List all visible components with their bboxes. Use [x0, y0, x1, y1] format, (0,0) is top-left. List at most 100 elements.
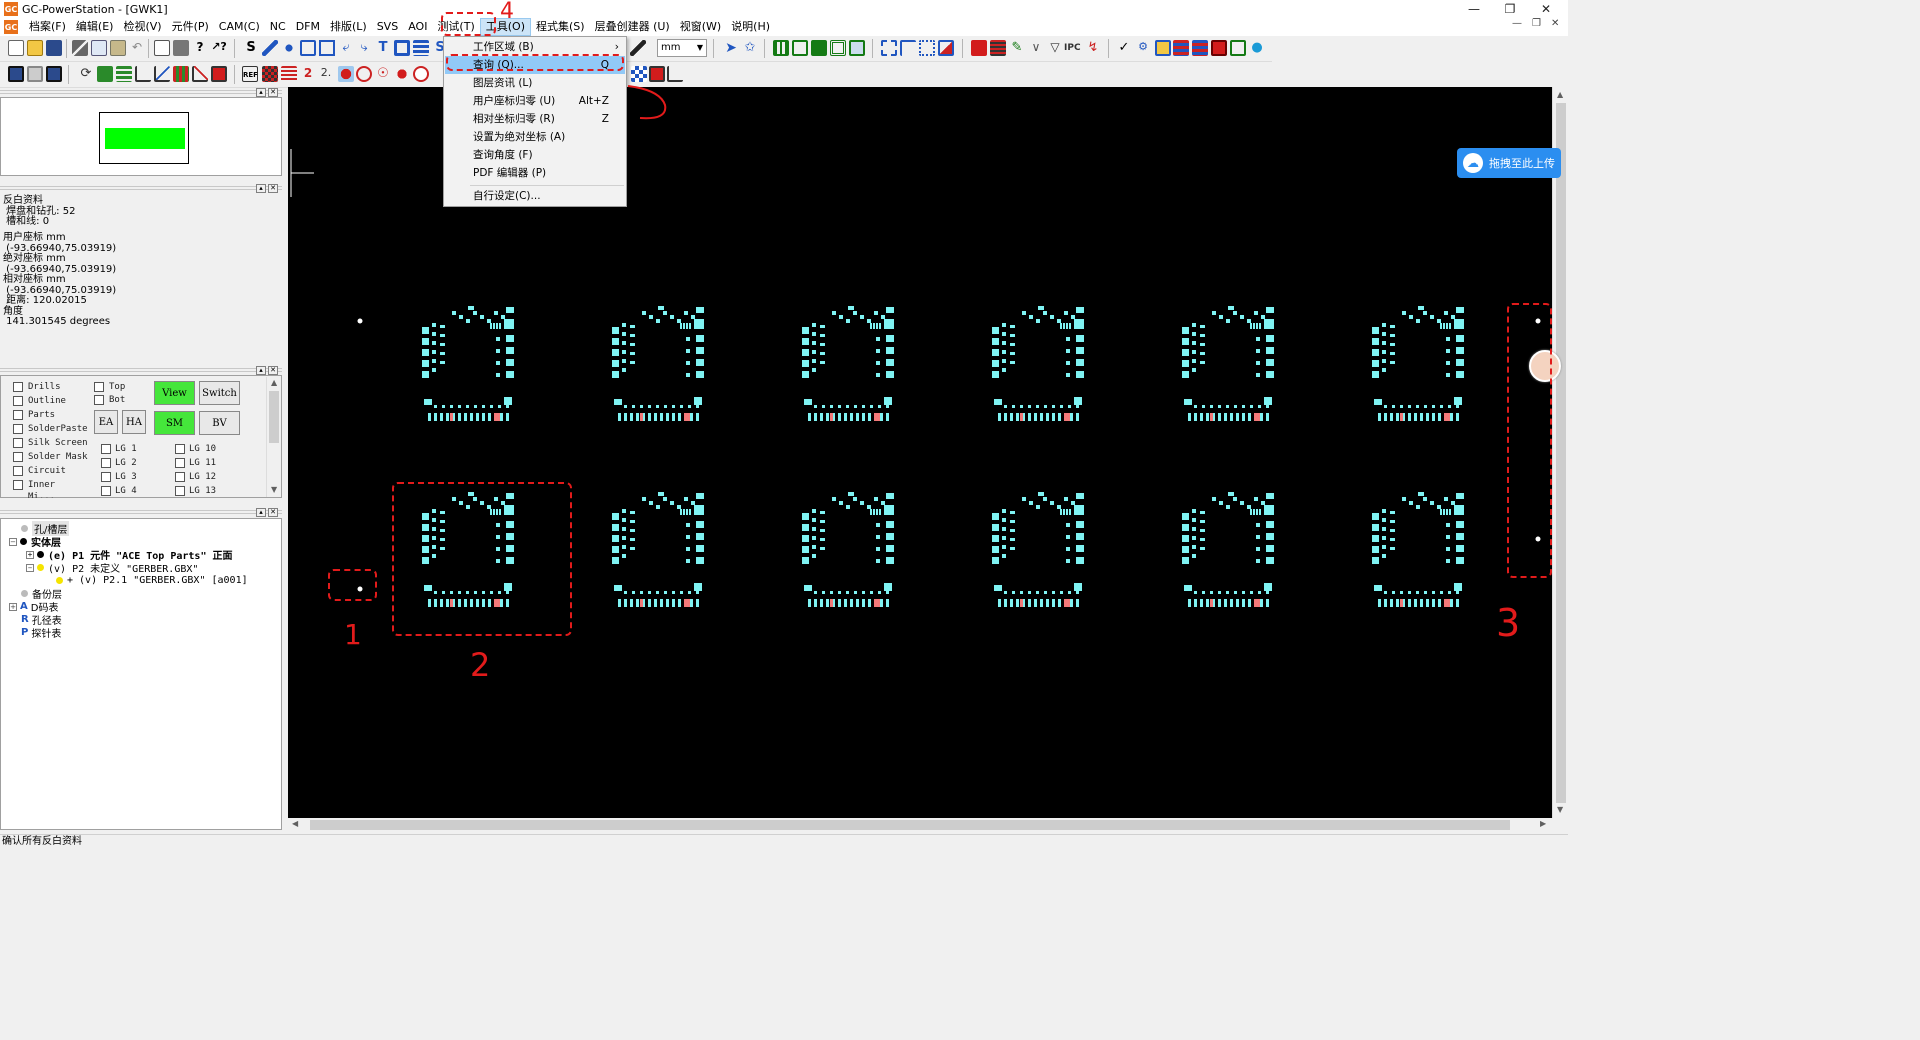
info-panel-header[interactable] — [0, 184, 282, 192]
grid-fine-icon[interactable] — [792, 40, 808, 56]
help-icon[interactable]: ? — [192, 40, 208, 56]
pins-icon[interactable] — [281, 66, 297, 82]
drop-icon[interactable]: ● — [1249, 40, 1265, 56]
frame-icon[interactable] — [830, 40, 846, 56]
hollow-pad-icon[interactable] — [413, 66, 429, 82]
trend-icon[interactable] — [192, 66, 208, 82]
draw-line-icon[interactable] — [262, 40, 278, 56]
panel-float-icon[interactable]: ▴ — [256, 508, 266, 517]
flash-icon[interactable]: ↯ — [1085, 40, 1101, 56]
tree-row-p2-1[interactable]: + (v) P2.1 "GERBER.GBX" [a001] — [56, 574, 248, 587]
print-preview-icon[interactable] — [154, 40, 170, 56]
axis-icon[interactable] — [135, 66, 151, 82]
panel-float-icon[interactable]: ▴ — [256, 366, 266, 375]
layer-checkbox-parts[interactable] — [13, 410, 23, 420]
menu-dfm[interactable]: DFM — [291, 18, 325, 36]
close-icon[interactable]: ✕ — [1528, 0, 1564, 18]
stackup-icon[interactable] — [1173, 40, 1189, 56]
draw-tee-icon[interactable]: ⤷ — [356, 40, 372, 56]
layer-checkbox-outline[interactable] — [13, 396, 23, 406]
menu-programs[interactable]: 程式集(S) — [531, 18, 590, 36]
layer-panel-header[interactable] — [0, 366, 282, 374]
canvas-vertical-scrollbar[interactable]: ▲ ▼ — [1552, 87, 1568, 818]
sm-button[interactable]: SM — [154, 411, 195, 435]
corner-select-icon[interactable] — [900, 40, 916, 56]
stack-icon[interactable] — [116, 66, 132, 82]
stop-icon[interactable] — [211, 66, 227, 82]
fill-icon[interactable] — [413, 40, 429, 56]
paste-icon[interactable] — [110, 40, 126, 56]
cut-icon[interactable] — [72, 40, 88, 56]
bars-icon[interactable] — [173, 66, 189, 82]
board-preview[interactable] — [99, 112, 189, 164]
grid-icon[interactable] — [773, 40, 789, 56]
ha-button[interactable]: HA — [122, 410, 146, 434]
red-pad-icon[interactable] — [338, 66, 354, 82]
zoom-fit-icon[interactable] — [8, 66, 24, 82]
text-icon[interactable]: T — [375, 40, 391, 56]
menu-edit[interactable]: 编辑(E) — [71, 18, 119, 36]
tree-row-probe-table[interactable]: P 探针表 — [21, 626, 61, 640]
layer-checkbox-silkscreen[interactable] — [13, 438, 23, 448]
save-icon[interactable] — [46, 40, 62, 56]
rotate-icon[interactable]: ⟳ — [78, 66, 94, 82]
lg-checkbox-1[interactable] — [101, 444, 111, 454]
mdi-close-icon[interactable]: ✕ — [1551, 18, 1559, 36]
canvas-horizontal-scrollbar[interactable]: ◀ ▶ — [288, 818, 1552, 832]
zoom-all-icon[interactable] — [46, 66, 62, 82]
number-icon[interactable]: 2 — [300, 66, 316, 82]
zoom-box-icon[interactable] — [27, 66, 43, 82]
restore-icon[interactable]: ❐ — [1492, 0, 1528, 18]
menu-item-customize[interactable]: 自行设定(C)... — [445, 187, 625, 205]
red-block-icon[interactable] — [1211, 40, 1227, 56]
copy-icon[interactable] — [91, 40, 107, 56]
minimize-icon[interactable]: — — [1456, 0, 1492, 18]
export-icon[interactable] — [649, 66, 665, 82]
lg-checkbox-10[interactable] — [175, 444, 185, 454]
menu-item-set-absolute[interactable]: 设置为绝对坐标 (A) — [445, 128, 625, 146]
menu-item-query-angle[interactable]: 查询角度 (F) — [445, 146, 625, 164]
side-checkbox-bot[interactable] — [94, 395, 104, 405]
query-tool-icon[interactable]: ⚙ — [1135, 40, 1151, 56]
mdi-logo-icon[interactable]: GC — [4, 20, 18, 34]
tree-panel-header[interactable] — [0, 508, 282, 516]
context-help-icon[interactable]: ↗? — [211, 40, 227, 56]
drag-upload-button[interactable]: ☁ 拖拽至此上传 — [1457, 148, 1561, 178]
draw-arc-icon[interactable] — [300, 40, 316, 56]
chip-icon[interactable] — [811, 40, 827, 56]
multi-select-icon[interactable]: ✩ — [742, 40, 758, 56]
tree-row-p2[interactable]: − (v) P2 未定义 "GERBER.GBX" — [26, 561, 198, 575]
lg-checkbox-11[interactable] — [175, 458, 185, 468]
pattern-icon[interactable] — [262, 66, 278, 82]
wand-icon[interactable]: ✎ — [1009, 40, 1025, 56]
ring-pin-icon[interactable]: ☉ — [375, 66, 391, 82]
preview-panel-header[interactable] — [0, 88, 282, 96]
checker-icon[interactable] — [631, 66, 647, 82]
lg-checkbox-12[interactable] — [175, 472, 185, 482]
filter-icon[interactable]: ▽ — [1047, 40, 1063, 56]
menu-item-user-origin[interactable]: 用户座标归零 (U) Alt+Z — [445, 92, 625, 110]
view-button[interactable]: View — [154, 381, 195, 405]
new-file-icon[interactable] — [8, 40, 24, 56]
panel-float-icon[interactable]: ▴ — [256, 88, 266, 97]
layer-checkbox-circuit[interactable] — [13, 466, 23, 476]
panel-close-icon[interactable]: ✕ — [268, 88, 278, 97]
ring-icon[interactable] — [356, 66, 372, 82]
panel-float-icon[interactable]: ▴ — [256, 184, 266, 193]
layer-panel-scrollbar[interactable]: ▲ ▼ — [266, 377, 281, 497]
ipc-icon[interactable]: IPC — [1064, 40, 1081, 56]
select-s-icon[interactable]: S — [243, 40, 259, 56]
draw-rect-icon[interactable] — [319, 40, 335, 56]
check-icon[interactable]: ✓ — [1116, 40, 1132, 56]
tree-icon[interactable] — [97, 66, 113, 82]
layer-checkbox-soldermask[interactable] — [13, 452, 23, 462]
measure-axis-icon[interactable] — [667, 66, 683, 82]
menu-parts[interactable]: 元件(P) — [167, 18, 214, 36]
draw-square-icon[interactable] — [394, 40, 410, 56]
draw-poly-icon[interactable]: ⤶ — [338, 40, 354, 56]
menu-layout[interactable]: 排版(L) — [325, 18, 372, 36]
pointer-icon[interactable]: ➤ — [723, 40, 739, 56]
layer-checkbox-drills[interactable] — [13, 382, 23, 392]
menu-cam[interactable]: CAM(C) — [214, 18, 265, 36]
zoom-window-icon[interactable] — [849, 40, 865, 56]
